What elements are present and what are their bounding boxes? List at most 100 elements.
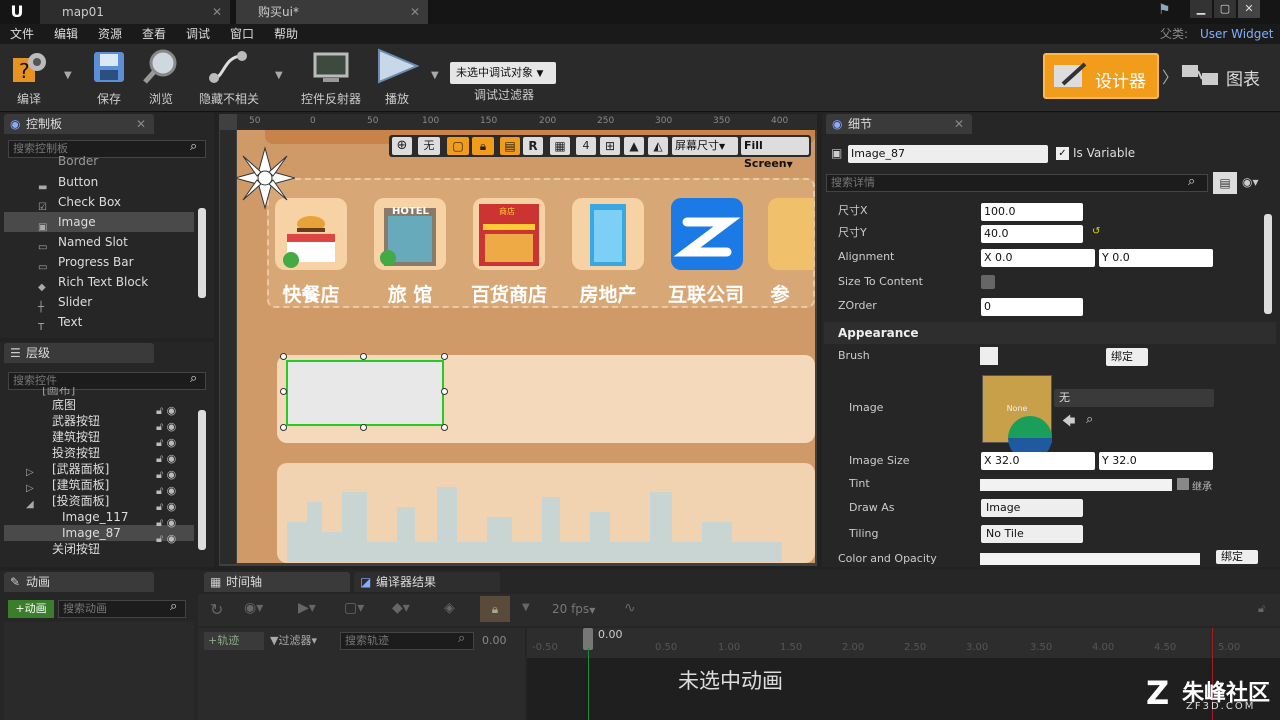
search-icon[interactable]: ⌕	[190, 139, 197, 154]
flag-icon[interactable]: ⚑	[1158, 2, 1171, 18]
lock-icon[interactable]: 🔓︎ ◉	[156, 451, 176, 467]
localization-select[interactable]: 无	[418, 137, 440, 155]
list-item[interactable]: Progress Bar	[4, 252, 194, 272]
size-y-input[interactable]: 40.0	[981, 225, 1083, 243]
widget-name-input[interactable]: Image_87	[848, 145, 1048, 163]
lock-icon[interactable]: 🔓︎ ◉	[156, 419, 176, 435]
menu-help[interactable]: 帮助	[274, 24, 298, 44]
browse-button[interactable]: 浏览	[140, 48, 182, 108]
list-item[interactable]: Named Slot	[4, 232, 194, 252]
list-item[interactable]: Border	[4, 156, 194, 172]
list-item[interactable]: Rich Text Block	[4, 272, 194, 292]
maximize-button[interactable]: ▢	[1214, 0, 1236, 18]
resize-handle[interactable]	[360, 424, 367, 431]
track-search-input[interactable]: 搜索轨迹	[340, 632, 474, 650]
menu-asset[interactable]: 资源	[98, 24, 122, 44]
list-item[interactable]: Button	[4, 172, 194, 192]
chevron-down-icon[interactable]: ▼	[64, 70, 72, 81]
globe-icon[interactable]: ⊕	[392, 137, 412, 155]
chevron-down-icon[interactable]: ▼	[431, 70, 439, 81]
resize-handle[interactable]	[280, 424, 287, 431]
color-bind-button[interactable]: 绑定	[1216, 550, 1258, 564]
tab-compiler-results[interactable]: ◪ 编译器结果	[354, 572, 500, 592]
brush-swatch[interactable]	[980, 347, 998, 365]
lock-icon[interactable]: 🔓︎ ◉	[156, 403, 176, 419]
image-size-y-input[interactable]: Y 32.0	[1099, 452, 1213, 470]
save-button[interactable]: 保存	[88, 48, 130, 108]
expand-icon[interactable]: ▷	[26, 465, 34, 481]
search-icon[interactable]: ⌕	[458, 631, 465, 646]
tab-widget[interactable]: 购买ui* ✕	[236, 0, 428, 24]
back-arrow-icon[interactable]: 🡄	[1062, 412, 1075, 434]
brush-bind-button[interactable]: 绑定	[1106, 348, 1148, 366]
browse-icon[interactable]: ⌕	[1086, 412, 1093, 427]
table-row[interactable]: [画布]	[4, 387, 194, 397]
lock-icon[interactable]: 🔓︎ ◉	[156, 515, 176, 531]
eye-icon[interactable]: ◉▾	[244, 600, 263, 616]
zorder-input[interactable]: 0	[981, 298, 1083, 316]
respect-locks-toggle[interactable]: ▤	[500, 137, 520, 155]
collapse-icon[interactable]: ◢	[26, 497, 34, 513]
tab-details[interactable]: ◉ 细节 ✕	[826, 114, 972, 134]
graph-mode-button[interactable]: 图表	[1176, 53, 1268, 99]
tab-animations[interactable]: ✎ 动画	[4, 572, 154, 592]
lock-icon[interactable]: 🔓︎ ◉	[156, 467, 176, 483]
search-icon[interactable]: ⌕	[190, 371, 197, 386]
animation-search-input[interactable]: 搜索动画	[58, 600, 186, 618]
grid-size-value[interactable]: 4	[576, 137, 596, 155]
loop-icon[interactable]: ↻	[210, 600, 223, 619]
is-variable-checkbox[interactable]: ✓	[1056, 147, 1069, 160]
lock-icon[interactable]: 🔒︎	[472, 137, 494, 155]
search-icon[interactable]: ⌕	[1188, 174, 1195, 189]
lock-icon[interactable]: 🔓︎ ◉	[156, 435, 176, 451]
close-icon[interactable]: ✕	[410, 0, 420, 24]
inherit-checkbox[interactable]	[1177, 478, 1189, 490]
outline-toggle[interactable]: ▢	[447, 137, 469, 155]
details-search-input[interactable]: 搜索详情	[826, 174, 1208, 192]
palette-scrollbar[interactable]	[198, 208, 206, 298]
flip-icon[interactable]: ◭	[648, 137, 668, 155]
selected-image-widget[interactable]	[286, 360, 444, 426]
anchor-icon[interactable]	[235, 146, 295, 210]
widget-reflector-button[interactable]: 控件反射器	[296, 48, 366, 108]
menu-edit[interactable]: 编辑	[54, 24, 78, 44]
menu-view[interactable]: 查看	[142, 24, 166, 44]
tiling-select[interactable]: No Tile	[981, 525, 1083, 543]
select-icon[interactable]: ▢▾	[344, 600, 364, 616]
background-image-icon[interactable]: ▲	[624, 137, 644, 155]
play-icon[interactable]: ▶▾	[298, 600, 316, 616]
image-asset-select[interactable]: 无	[1054, 389, 1214, 407]
fill-screen-select[interactable]: Fill Screen▼	[741, 137, 809, 170]
lock-icon[interactable]: 🔒︎	[480, 596, 510, 622]
draw-as-select[interactable]: Image	[981, 499, 1083, 517]
grid-icon[interactable]: ▦	[550, 137, 570, 155]
alignment-y-input[interactable]: Y 0.0	[1099, 249, 1213, 267]
close-icon[interactable]: ✕	[136, 114, 146, 134]
close-icon[interactable]: ✕	[212, 0, 222, 24]
chevron-down-icon[interactable]: ▼	[522, 602, 530, 613]
tab-map[interactable]: map01 ✕	[40, 0, 230, 24]
resize-handle[interactable]	[441, 424, 448, 431]
rotate-toggle[interactable]: R	[523, 137, 543, 155]
tint-swatch[interactable]	[980, 479, 1172, 491]
alignment-x-input[interactable]: X 0.0	[981, 249, 1095, 267]
grid-view-icon[interactable]: ▤	[1213, 172, 1237, 194]
close-button[interactable]: ✕	[1238, 0, 1260, 18]
chevron-down-icon[interactable]: ▼	[275, 70, 283, 81]
zoom-fit-icon[interactable]: ⊞	[600, 137, 620, 155]
resize-handle[interactable]	[280, 388, 287, 395]
list-item[interactable]: Slider	[4, 292, 194, 312]
size-to-content-checkbox[interactable]	[981, 275, 995, 289]
key-icon[interactable]: ◆▾	[392, 600, 410, 616]
add-animation-button[interactable]: +动画	[8, 600, 54, 618]
close-icon[interactable]: ✕	[954, 114, 964, 134]
list-item[interactable]: Check Box	[4, 192, 194, 212]
minimize-button[interactable]: ▁	[1190, 0, 1212, 18]
fps-select[interactable]: 20 fps▼	[552, 602, 595, 616]
tab-palette[interactable]: ◉ 控制板 ✕	[4, 114, 154, 134]
playhead[interactable]	[583, 628, 593, 650]
filter-button[interactable]: ▼过滤器▾	[270, 632, 332, 650]
resize-handle[interactable]	[441, 388, 448, 395]
compile-button[interactable]: ? 编译	[6, 48, 52, 108]
details-scrollbar[interactable]	[1264, 214, 1272, 314]
